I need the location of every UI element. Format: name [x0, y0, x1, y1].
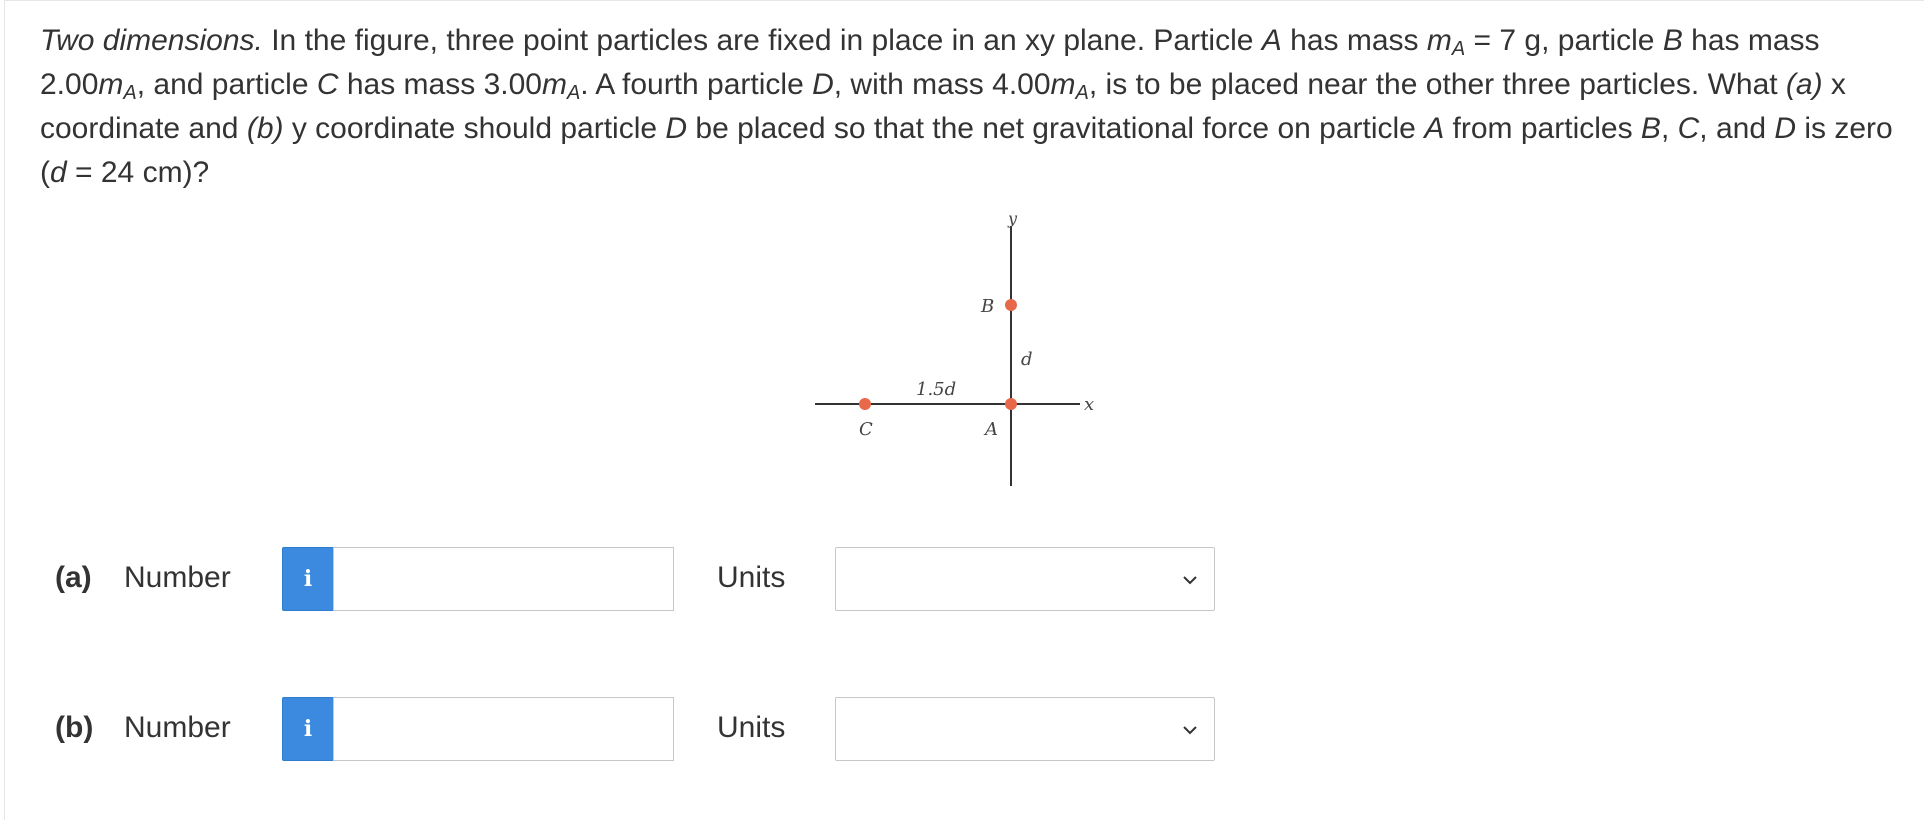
- part-b-row: (b) Number i Units: [55, 697, 1255, 763]
- question-text: Two dimensions. In the figure, three poi…: [40, 24, 1893, 189]
- part-b-units-label: Units: [717, 711, 786, 744]
- part-a-number-input[interactable]: [333, 547, 674, 611]
- chevron-down-icon: [1183, 726, 1197, 735]
- particle-a: [1005, 398, 1017, 410]
- chevron-down-icon: [1183, 576, 1197, 585]
- part-a-units-label: Units: [717, 561, 786, 594]
- part-b-number-input[interactable]: [333, 697, 674, 761]
- label-a: A: [983, 419, 998, 440]
- part-a-number-label: Number: [124, 561, 231, 594]
- part-b-units-select[interactable]: [835, 697, 1215, 761]
- particle-figure: y x B A C d 1.5d: [815, 209, 1094, 486]
- part-b-number-label: Number: [124, 711, 231, 744]
- label-d: d: [1021, 349, 1033, 370]
- part-a-label: (a): [55, 561, 92, 594]
- particle-c: [859, 398, 871, 410]
- question-panel: Two dimensions. In the figure, three poi…: [4, 0, 1924, 820]
- part-a-info-button[interactable]: i: [282, 547, 334, 611]
- part-a-row: (a) Number i Units: [55, 547, 1255, 613]
- x-axis-label: x: [1084, 394, 1094, 415]
- y-axis-label: y: [1007, 209, 1018, 228]
- label-b: B: [980, 296, 994, 317]
- part-b-label: (b): [55, 711, 94, 744]
- label-1-5d: 1.5d: [916, 379, 956, 400]
- part-a-units-select[interactable]: [835, 547, 1215, 611]
- label-c: C: [859, 419, 873, 440]
- info-icon: i: [303, 716, 313, 742]
- info-icon: i: [303, 566, 313, 592]
- part-b-info-button[interactable]: i: [282, 697, 334, 761]
- particle-b: [1005, 299, 1017, 311]
